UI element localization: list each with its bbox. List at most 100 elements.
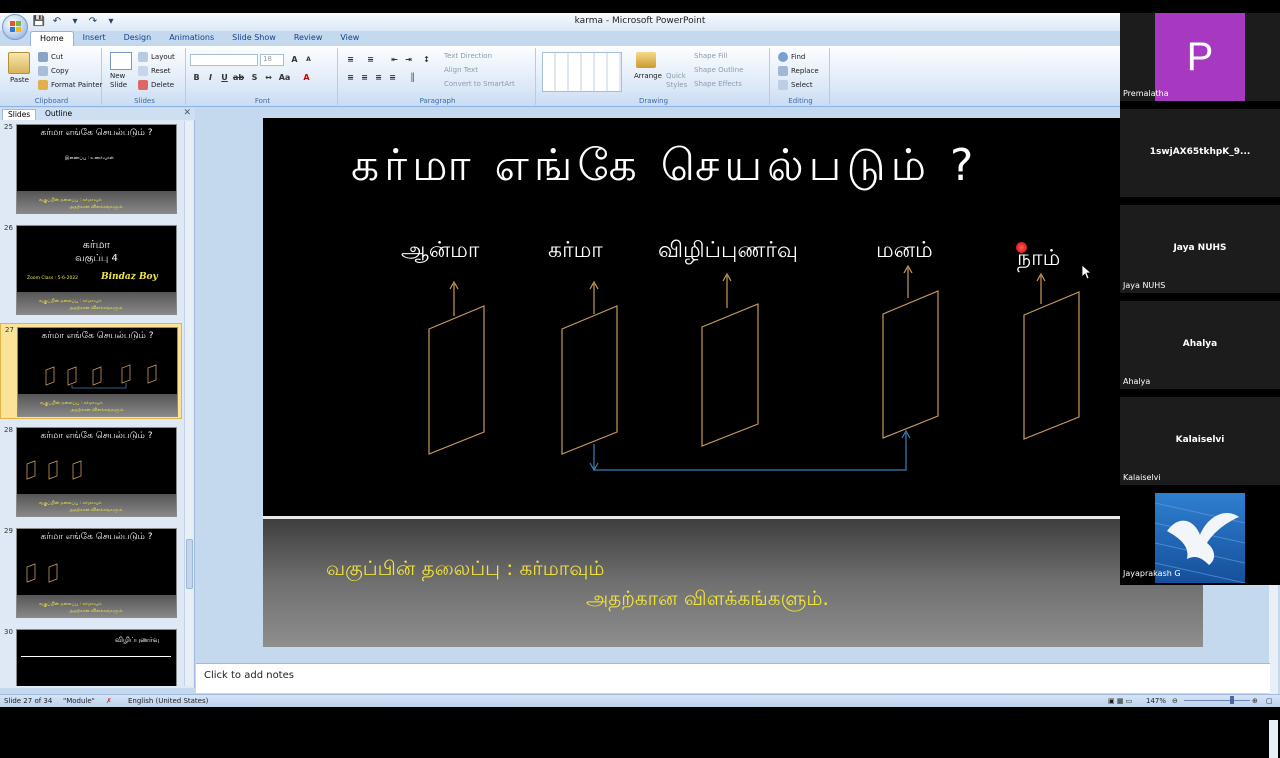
tab-review[interactable]: Review <box>285 31 332 47</box>
columns-icon[interactable]: ║ <box>406 72 419 84</box>
bold-icon[interactable]: B <box>190 72 203 84</box>
numbering-icon[interactable]: ≡ <box>364 54 377 66</box>
increase-indent-icon[interactable]: ⇥ <box>402 54 415 66</box>
thumbnail-text: இணைப்பு : உணர்வுகள் <box>65 156 114 161</box>
laser-pointer-icon <box>1016 242 1027 253</box>
copy-icon <box>38 66 48 76</box>
participant-tile[interactable]: Jayaprakash G <box>1120 493 1280 583</box>
zoom-out-icon[interactable]: ⊖ <box>1172 697 1178 705</box>
italic-icon[interactable]: I <box>204 72 217 84</box>
justify-icon[interactable]: ≡ <box>386 72 399 84</box>
shapes-gallery[interactable] <box>542 52 622 92</box>
strikethrough-icon[interactable]: ab <box>232 72 245 84</box>
thumbnail-slide-28[interactable]: 28 கர்மா எங்கே செயல்படும் ? வகுப்பின் தல… <box>0 424 182 520</box>
layout-label: Layout <box>151 53 175 61</box>
thumbnail-slide-26[interactable]: 26 கர்மா வகுப்பு 4 Zoom Class : 5-6-2022… <box>0 222 182 318</box>
find-button[interactable]: Find <box>778 52 805 62</box>
tab-design[interactable]: Design <box>115 31 161 47</box>
slide-number: 28 <box>4 426 13 434</box>
paste-button[interactable]: Paste <box>10 76 29 84</box>
align-text-button[interactable]: Align Text <box>444 66 478 74</box>
spell-check-icon[interactable]: ✗ <box>106 697 112 705</box>
language[interactable]: English (United States) <box>128 697 208 705</box>
footer-line-1[interactable]: வகுப்பின் தலைப்பு : கர்மாவும் <box>326 556 604 583</box>
new-slide-icon[interactable] <box>110 52 132 70</box>
save-icon[interactable]: 💾 <box>32 15 46 29</box>
grow-font-icon[interactable]: A <box>288 54 301 66</box>
new-slide-button[interactable]: New Slide <box>110 72 136 90</box>
slide-thumbnails: 25 கர்மா எங்கே செயல்படும் ? இணைப்பு : உண… <box>0 121 182 686</box>
shape-outline-button[interactable]: Shape Outline <box>694 66 743 74</box>
shape-effects-button[interactable]: Shape Effects <box>694 80 742 88</box>
tab-home[interactable]: Home <box>30 31 74 47</box>
select-button[interactable]: Select <box>778 80 813 90</box>
zoom-level[interactable]: 147% <box>1146 697 1166 705</box>
office-button[interactable] <box>2 14 28 40</box>
participant-tile[interactable]: Ahalya Ahalya <box>1120 301 1280 391</box>
window-title: karma - Microsoft PowerPoint <box>574 16 706 26</box>
font-color-icon[interactable]: A <box>300 72 313 84</box>
zoom-slider-thumb[interactable] <box>1230 696 1234 704</box>
quick-styles-button[interactable]: Quick Styles <box>666 72 688 90</box>
panel-scrollbar[interactable] <box>184 121 193 686</box>
zoom-slider[interactable] <box>1184 700 1250 701</box>
arrange-icon[interactable] <box>636 52 656 68</box>
footer-line-2[interactable]: அதற்கான விளக்கங்களும். <box>586 586 829 613</box>
close-icon[interactable]: ✕ <box>183 108 191 118</box>
thumbnail-slide-27[interactable]: 27 கர்மா எங்கே செயல்படும் ? வகுப்பின் தல… <box>0 323 182 419</box>
notes-pane[interactable]: Click to add notes <box>196 663 1270 693</box>
underline-icon[interactable]: U <box>218 72 231 84</box>
align-center-icon[interactable]: ≡ <box>358 72 371 84</box>
align-left-icon[interactable]: ≡ <box>344 72 357 84</box>
participant-tile[interactable]: Kalaiselvi Kalaiselvi <box>1120 397 1280 487</box>
view-buttons[interactable]: ▣ ▦ ▭ <box>1108 697 1132 705</box>
tab-view[interactable]: View <box>331 31 368 47</box>
bullets-icon[interactable]: ≡ <box>344 54 357 66</box>
decrease-indent-icon[interactable]: ⇤ <box>388 54 401 66</box>
participant-tile[interactable]: P Premalatha <box>1120 13 1280 103</box>
tab-slides[interactable]: Slides <box>2 109 37 120</box>
char-spacing-icon[interactable]: ↔ <box>262 72 275 84</box>
panel-scrollbar-thumb[interactable] <box>186 539 193 589</box>
office-logo-icon <box>10 21 21 32</box>
tab-outline[interactable]: Outline <box>40 109 77 120</box>
fit-window-icon[interactable]: ▢ <box>1266 697 1273 705</box>
redo-icon[interactable]: ↷ <box>86 15 100 29</box>
undo-dropdown-icon[interactable]: ▾ <box>68 15 82 29</box>
shrink-font-icon[interactable]: A <box>302 54 315 66</box>
thumbnail-slide-29[interactable]: 29 கர்மா எங்கே செயல்படும் ? வகுப்பின் தல… <box>0 525 182 621</box>
tab-insert[interactable]: Insert <box>74 31 115 47</box>
arrange-button[interactable]: Arrange <box>634 72 662 80</box>
delete-button[interactable]: Delete <box>138 80 174 90</box>
text-direction-button[interactable]: Text Direction <box>444 52 492 60</box>
copy-button[interactable]: Copy <box>38 66 69 76</box>
current-slide[interactable]: கர்மா எங்கே செயல்படும் ? ஆன்மா கர்மா விழ… <box>263 118 1203 647</box>
paragraph-group-label: Paragraph <box>419 97 456 105</box>
font-name-box[interactable] <box>190 54 258 66</box>
tab-animations[interactable]: Animations <box>160 31 223 47</box>
line-spacing-icon[interactable]: ↕ <box>420 54 433 66</box>
align-right-icon[interactable]: ≡ <box>372 72 385 84</box>
font-size-box[interactable]: 18 <box>260 54 284 66</box>
participant-tile[interactable]: 1swjAX65tkhpK_9... <box>1120 109 1280 199</box>
customize-qat-icon[interactable]: ▾ <box>104 15 118 29</box>
undo-icon[interactable]: ↶ <box>50 15 64 29</box>
participant-tile[interactable]: Jaya NUHS Jaya NUHS <box>1120 205 1280 295</box>
powerpoint-window: karma - Microsoft PowerPoint 💾 ↶ ▾ ↷ ▾ H… <box>0 13 1280 758</box>
convert-smartart-button[interactable]: Convert to SmartArt <box>444 80 515 88</box>
reset-button[interactable]: Reset <box>138 66 171 76</box>
cut-button[interactable]: Cut <box>38 52 63 62</box>
format-painter-button[interactable]: Format Painter <box>38 80 102 90</box>
shape-fill-button[interactable]: Shape Fill <box>694 52 728 60</box>
change-case-icon[interactable]: Aa <box>278 72 291 84</box>
shadow-icon[interactable]: S <box>248 72 261 84</box>
thumbnail-image: கர்மா வகுப்பு 4 Zoom Class : 5-6-2022 Bi… <box>16 225 177 315</box>
font-group-label: Font <box>254 97 271 105</box>
tab-slide-show[interactable]: Slide Show <box>223 31 285 47</box>
zoom-in-icon[interactable]: ⊕ <box>1252 697 1258 705</box>
layout-button[interactable]: Layout <box>138 52 175 62</box>
paste-icon[interactable] <box>8 52 30 74</box>
replace-button[interactable]: Replace <box>778 66 819 76</box>
thumbnail-slide-25[interactable]: 25 கர்மா எங்கே செயல்படும் ? இணைப்பு : உண… <box>0 121 182 217</box>
thumbnail-slide-30[interactable]: 30 விழிப்புணர்வு <box>0 626 182 686</box>
